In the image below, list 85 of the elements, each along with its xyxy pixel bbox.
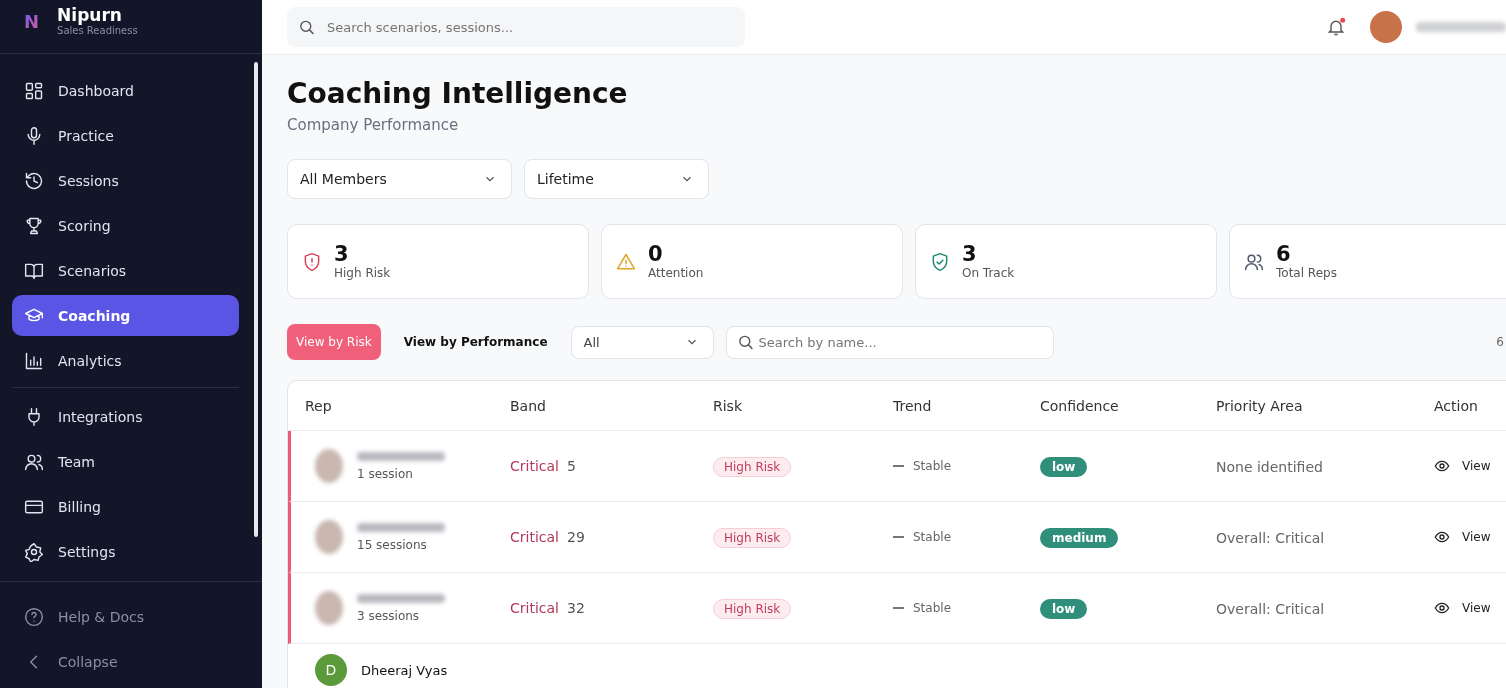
status-dropdown[interactable]: All — [570, 325, 714, 359]
nav-item[interactable]: Team — [12, 441, 239, 482]
sidebar-footer-item[interactable]: Help & Docs — [12, 596, 250, 637]
column-header: Band — [510, 397, 547, 414]
band-score: 5 — [566, 458, 576, 474]
filter-dropdown[interactable]: All Members — [287, 159, 512, 199]
session-count: 15 sessions — [357, 537, 428, 552]
stat-value: 3 — [962, 242, 978, 267]
nav-item[interactable]: Sessions — [12, 160, 239, 201]
trend-label: Stable — [913, 601, 951, 615]
nav-item[interactable]: Analytics — [12, 340, 239, 381]
risk-badge: High Risk — [713, 527, 792, 548]
brand-tagline: Sales Readiness — [57, 25, 138, 36]
rep-name: Dheeraj Vyas — [361, 662, 448, 678]
view-link[interactable]: View — [1434, 458, 1506, 474]
grid-icon — [24, 80, 44, 101]
nav-item[interactable]: Dashboard — [12, 70, 239, 111]
column-header: Priority Area — [1216, 397, 1304, 414]
column-header: Trend — [893, 397, 933, 414]
view-link[interactable]: View — [1434, 529, 1506, 545]
trend-label: Stable — [913, 459, 951, 473]
stat-value: 6 — [1276, 242, 1292, 267]
eye-icon — [1434, 458, 1450, 474]
band-score: 29 — [566, 529, 585, 545]
column-header: Action — [1434, 397, 1479, 414]
band-score: 32 — [566, 600, 585, 616]
stat-label: High Risk — [334, 266, 391, 281]
session-count: 1 session — [357, 466, 414, 481]
confidence-badge: low — [1040, 598, 1088, 619]
avatar-placeholder — [315, 591, 343, 625]
eye-icon — [1434, 600, 1450, 616]
risk-badge: High Risk — [713, 598, 792, 619]
sidebar-footer-item[interactable]: Collapse — [12, 641, 250, 682]
page-title: Coaching Intelligence — [287, 77, 629, 110]
nav-item[interactable]: Billing — [12, 486, 239, 527]
eye-icon — [1434, 529, 1450, 545]
page-subtitle: Company Performance — [287, 116, 460, 134]
confidence-badge: medium — [1040, 527, 1119, 548]
priority-area: None identified — [1216, 458, 1323, 475]
name-search-field[interactable]: Search by name... — [725, 325, 1054, 359]
bell-icon[interactable] — [1326, 17, 1346, 37]
search-field[interactable]: Search scenarios, sessions... — [287, 7, 745, 47]
column-header: Risk — [713, 397, 744, 414]
avatar-placeholder — [315, 449, 343, 483]
band-label: Critical — [510, 458, 559, 474]
nav-item[interactable]: Scenarios — [12, 250, 239, 291]
priority-area: Overall: Critical — [1216, 529, 1325, 546]
stat-value: 3 — [334, 242, 350, 267]
column-header: Rep — [305, 397, 333, 414]
chart-icon — [24, 350, 44, 371]
trophy-icon — [24, 215, 44, 236]
stat-value: 0 — [648, 242, 664, 267]
brand-name: Nipurn — [57, 5, 123, 25]
search-icon — [298, 18, 315, 36]
view-tab[interactable]: View by Performance — [394, 324, 557, 360]
view-link[interactable]: View — [1434, 600, 1506, 616]
help-icon — [24, 606, 44, 627]
band-label: Critical — [510, 600, 559, 616]
stat-label: Attention — [648, 266, 704, 281]
avatar-placeholder — [315, 520, 343, 554]
result-count: 6 — [1496, 335, 1505, 349]
nav-item[interactable]: Integrations — [12, 396, 239, 437]
band-label: Critical — [510, 529, 559, 545]
priority-area: Overall: Critical — [1216, 600, 1325, 617]
column-header: Confidence — [1040, 397, 1120, 414]
scrollbar[interactable] — [254, 62, 258, 537]
avatar-initial: D — [315, 654, 347, 686]
session-count: 3 sessions — [357, 608, 421, 623]
nav-item[interactable]: Settings — [12, 531, 239, 572]
gear-icon — [24, 541, 44, 562]
risk-badge: High Risk — [713, 456, 792, 477]
stat-label: On Track — [962, 266, 1015, 281]
confidence-badge: low — [1040, 456, 1088, 477]
search-icon — [736, 333, 754, 351]
stat-label: Total Reps — [1276, 266, 1337, 281]
nav-item[interactable]: Practice — [12, 115, 239, 156]
trend-label: Stable — [913, 530, 951, 544]
nav-item[interactable]: Coaching — [12, 295, 239, 336]
shield-check-icon — [930, 251, 950, 272]
filter-dropdown[interactable]: Lifetime — [524, 159, 709, 199]
user-avatar[interactable] — [1370, 11, 1402, 43]
shield-alert-icon — [302, 251, 322, 272]
history-icon — [24, 170, 44, 191]
warning-icon — [616, 251, 636, 272]
nav-item[interactable]: Scoring — [12, 205, 239, 246]
